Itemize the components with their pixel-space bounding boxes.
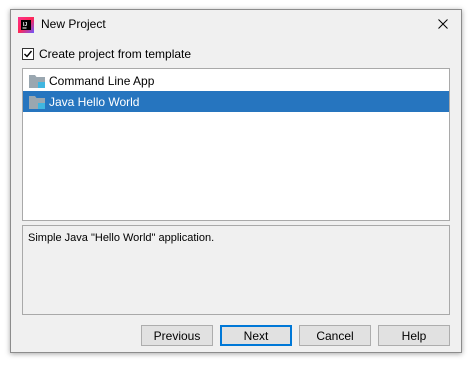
list-item-label: Java Hello World bbox=[49, 94, 140, 109]
title-bar[interactable]: IJ New Project bbox=[11, 10, 461, 38]
close-icon bbox=[438, 19, 448, 29]
list-item-command-line-app[interactable]: Command Line App bbox=[23, 70, 449, 91]
create-from-template-row[interactable]: Create project from template bbox=[22, 46, 191, 62]
list-item-label: Command Line App bbox=[49, 73, 155, 88]
create-from-template-checkbox[interactable] bbox=[22, 48, 34, 60]
close-button[interactable] bbox=[431, 14, 455, 34]
svg-text:IJ: IJ bbox=[23, 22, 27, 28]
template-description-panel: Simple Java "Hello World" application. bbox=[22, 225, 450, 315]
next-button[interactable]: Next bbox=[220, 325, 292, 346]
window-title: New Project bbox=[41, 17, 106, 31]
template-list[interactable]: Command Line App Java Hello World bbox=[22, 68, 450, 221]
folder-icon bbox=[29, 95, 45, 109]
folder-icon bbox=[29, 74, 45, 88]
create-from-template-label: Create project from template bbox=[39, 47, 192, 61]
template-description-text: Simple Java "Hello World" application. bbox=[28, 232, 215, 244]
new-project-dialog: IJ New Project Create project from templ… bbox=[10, 9, 462, 353]
intellij-idea-icon: IJ bbox=[18, 17, 34, 33]
previous-button[interactable]: Previous bbox=[141, 325, 213, 346]
checkmark-icon bbox=[24, 50, 33, 58]
list-item-java-hello-world[interactable]: Java Hello World bbox=[23, 91, 449, 112]
cancel-button[interactable]: Cancel bbox=[299, 325, 371, 346]
help-button[interactable]: Help bbox=[378, 325, 450, 346]
